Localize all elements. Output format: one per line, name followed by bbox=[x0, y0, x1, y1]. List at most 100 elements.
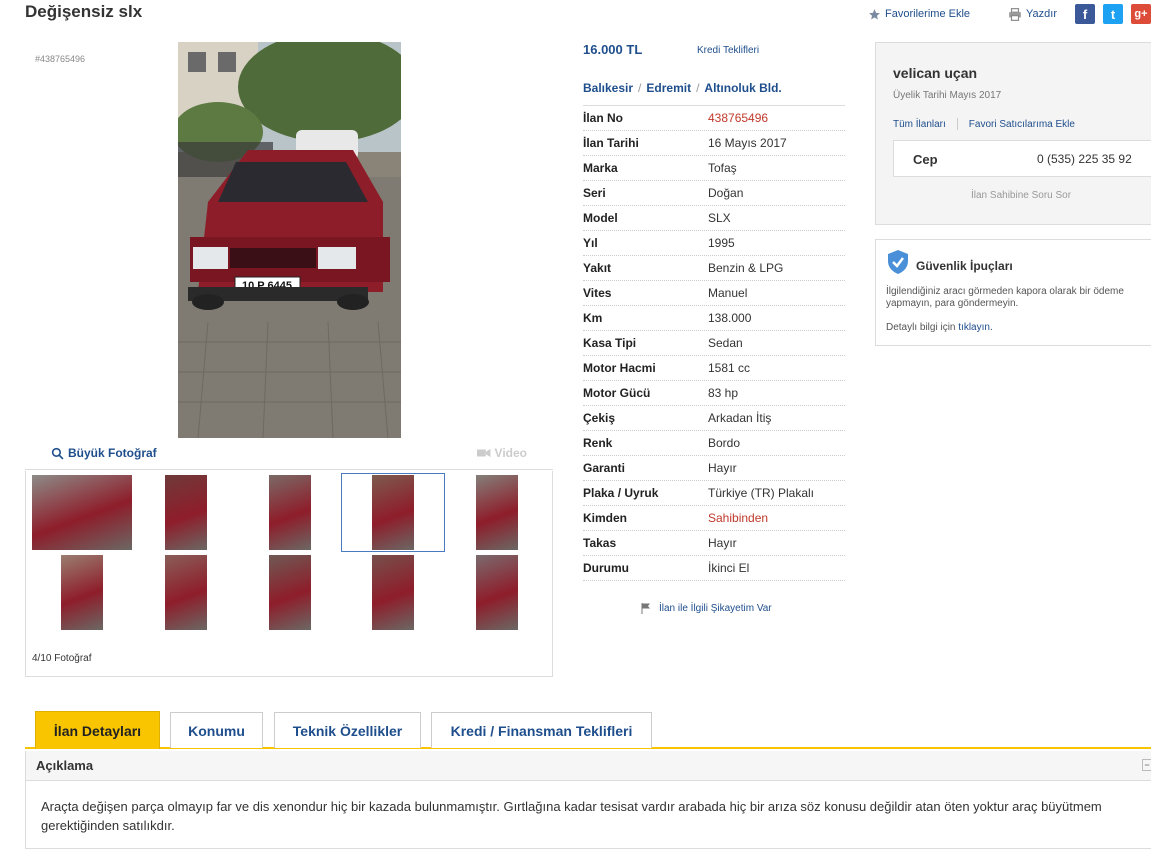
detail-key: Kasa Tipi bbox=[583, 336, 637, 350]
complaint-link[interactable]: İlan ile İlgili Şikayetim Var bbox=[641, 603, 772, 614]
collapse-button[interactable]: − bbox=[1142, 759, 1151, 771]
tab-location[interactable]: Konumu bbox=[170, 712, 263, 748]
credit-offers-link[interactable]: Kredi Teklifleri bbox=[697, 45, 759, 56]
description-panel: Açıklama − Araçta değişen parça olmayıp … bbox=[25, 751, 1151, 849]
detail-row: Motor Gücü 83 hp bbox=[583, 381, 845, 406]
detail-key: Çekiş bbox=[583, 411, 616, 425]
detail-key: Motor Hacmi bbox=[583, 361, 656, 375]
description-text: Araçta değişen parça olmayıp far ve dis … bbox=[41, 799, 1102, 833]
detail-key: Plaka / Uyruk bbox=[583, 486, 659, 500]
detail-key: Takas bbox=[583, 536, 617, 550]
member-since: Üyelik Tarihi Mayıs 2017 bbox=[893, 90, 1002, 101]
ask-seller-button[interactable]: İlan Sahibine Soru Sor bbox=[971, 190, 1071, 201]
video-button[interactable]: Video bbox=[476, 446, 527, 460]
detail-key: Renk bbox=[583, 436, 613, 450]
photo-thumbnail[interactable] bbox=[238, 473, 342, 552]
detail-row: Durumu İkinci El bbox=[583, 556, 845, 581]
tab-listing-details[interactable]: İlan Detayları bbox=[35, 711, 160, 749]
detail-value: SLX bbox=[708, 211, 731, 225]
main-photo[interactable]: 10 P 6445 bbox=[178, 42, 401, 438]
detail-key: Garanti bbox=[583, 461, 626, 475]
detail-row: Yakıt Benzin & LPG bbox=[583, 256, 845, 281]
detail-row: Marka Tofaş bbox=[583, 156, 845, 181]
detail-value: 438765496 bbox=[708, 111, 769, 125]
location-neighborhood[interactable]: Altınoluk Bld. bbox=[704, 81, 781, 95]
description-header: Açıklama − bbox=[26, 751, 1151, 781]
detail-key: Km bbox=[583, 311, 603, 325]
security-tips-panel: Güvenlik İpuçları İlgilendiğiniz aracı g… bbox=[875, 239, 1151, 346]
detail-row: Motor Hacmi 1581 cc bbox=[583, 356, 845, 381]
location-district[interactable]: Edremit bbox=[646, 81, 691, 95]
photo-thumbnail[interactable] bbox=[341, 553, 445, 632]
detail-value: Benzin & LPG bbox=[708, 261, 784, 275]
security-title: Güvenlik İpuçları bbox=[916, 259, 1013, 273]
phone-label: Cep bbox=[913, 152, 938, 167]
detail-value: İkinci El bbox=[708, 561, 750, 575]
detail-value: Doğan bbox=[708, 186, 744, 200]
shield-icon bbox=[888, 250, 908, 274]
tab-credit-finance[interactable]: Kredi / Finansman Teklifleri bbox=[431, 712, 652, 748]
detail-row: İlan No 438765496 bbox=[583, 106, 845, 131]
breadcrumb-separator: / bbox=[638, 81, 642, 95]
photo-thumbnail[interactable] bbox=[445, 553, 549, 632]
detail-value: Tofaş bbox=[708, 161, 737, 175]
detail-key: Yıl bbox=[583, 236, 598, 250]
detail-key: Vites bbox=[583, 286, 612, 300]
security-more-link[interactable]: tıklayın. bbox=[958, 322, 992, 333]
star-icon bbox=[869, 8, 880, 19]
photo-count: 4/10 Fotoğraf bbox=[32, 653, 92, 664]
google-plus-share-button[interactable]: g+ bbox=[1131, 4, 1151, 24]
thumbnail-image bbox=[61, 555, 103, 630]
seller-panel: velican uçan Üyelik Tarihi Mayıs 2017 Tü… bbox=[875, 42, 1151, 225]
tab-technical-specs[interactable]: Teknik Özellikler bbox=[274, 712, 421, 748]
detail-row: Km 138.000 bbox=[583, 306, 845, 331]
photo-thumbnail[interactable] bbox=[134, 473, 238, 552]
video-camera-icon bbox=[476, 448, 490, 458]
thumbnail-image bbox=[165, 555, 207, 630]
add-favorites-label: Favorilerime Ekle bbox=[885, 8, 971, 20]
complaint-label: İlan ile İlgili Şikayetim Var bbox=[659, 603, 772, 614]
phone-number[interactable]: 0 (535) 225 35 92 bbox=[1037, 152, 1132, 166]
photo-thumbnail[interactable] bbox=[134, 553, 238, 632]
detail-value: 138.000 bbox=[708, 311, 752, 325]
detail-value: Sedan bbox=[708, 336, 743, 350]
detail-key: Marka bbox=[583, 161, 618, 175]
magnifier-icon bbox=[51, 447, 64, 459]
detail-row: Kimden Sahibinden bbox=[583, 506, 845, 531]
favorite-seller-link[interactable]: Favori Satıcılarıma Ekle bbox=[969, 119, 1075, 130]
detail-row: Model SLX bbox=[583, 206, 845, 231]
security-more: Detaylı bilgi için tıklayın. bbox=[886, 322, 993, 333]
twitter-share-button[interactable]: t bbox=[1103, 4, 1123, 24]
add-favorites-link[interactable]: Favorilerime Ekle bbox=[868, 8, 970, 21]
security-more-prefix: Detaylı bilgi için bbox=[886, 322, 959, 333]
photo-thumbnail[interactable] bbox=[238, 553, 342, 632]
location-city[interactable]: Balıkesir bbox=[583, 81, 633, 95]
detail-row: Garanti Hayır bbox=[583, 456, 845, 481]
print-link[interactable]: Yazdır bbox=[1008, 7, 1057, 21]
all-ads-link[interactable]: Tüm İlanları bbox=[893, 119, 946, 130]
thumbnail-image bbox=[32, 475, 132, 550]
photo-thumbnail[interactable] bbox=[30, 473, 134, 552]
photo-thumbnail[interactable] bbox=[30, 553, 134, 632]
seller-name: velican uçan bbox=[893, 65, 978, 81]
detail-row: Seri Doğan bbox=[583, 181, 845, 206]
detail-tabs: İlan Detayları Konumu Teknik Özellikler … bbox=[25, 711, 1151, 749]
detail-key: İlan Tarihi bbox=[583, 136, 639, 150]
seller-links: Tüm İlanları Favori Satıcılarıma Ekle bbox=[893, 118, 1075, 130]
detail-value: Hayır bbox=[708, 536, 737, 550]
detail-row: Plaka / Uyruk Türkiye (TR) Plakalı bbox=[583, 481, 845, 506]
price: 16.000 TL bbox=[583, 42, 643, 57]
photo-thumbnail[interactable] bbox=[445, 473, 549, 552]
detail-key: Yakıt bbox=[583, 261, 612, 275]
big-photo-button[interactable]: Büyük Fotoğraf bbox=[51, 446, 157, 460]
facebook-share-button[interactable]: f bbox=[1075, 4, 1095, 24]
divider bbox=[956, 118, 958, 130]
phone-box[interactable]: Cep 0 (535) 225 35 92 bbox=[893, 140, 1151, 177]
print-label: Yazdır bbox=[1026, 8, 1057, 20]
big-photo-label: Büyük Fotoğraf bbox=[68, 446, 157, 460]
detail-value: 1995 bbox=[708, 236, 735, 250]
detail-row: Takas Hayır bbox=[583, 531, 845, 556]
thumbnail-image bbox=[476, 475, 518, 550]
detail-value: 16 Mayıs 2017 bbox=[708, 136, 787, 150]
photo-thumbnail[interactable] bbox=[341, 473, 445, 552]
